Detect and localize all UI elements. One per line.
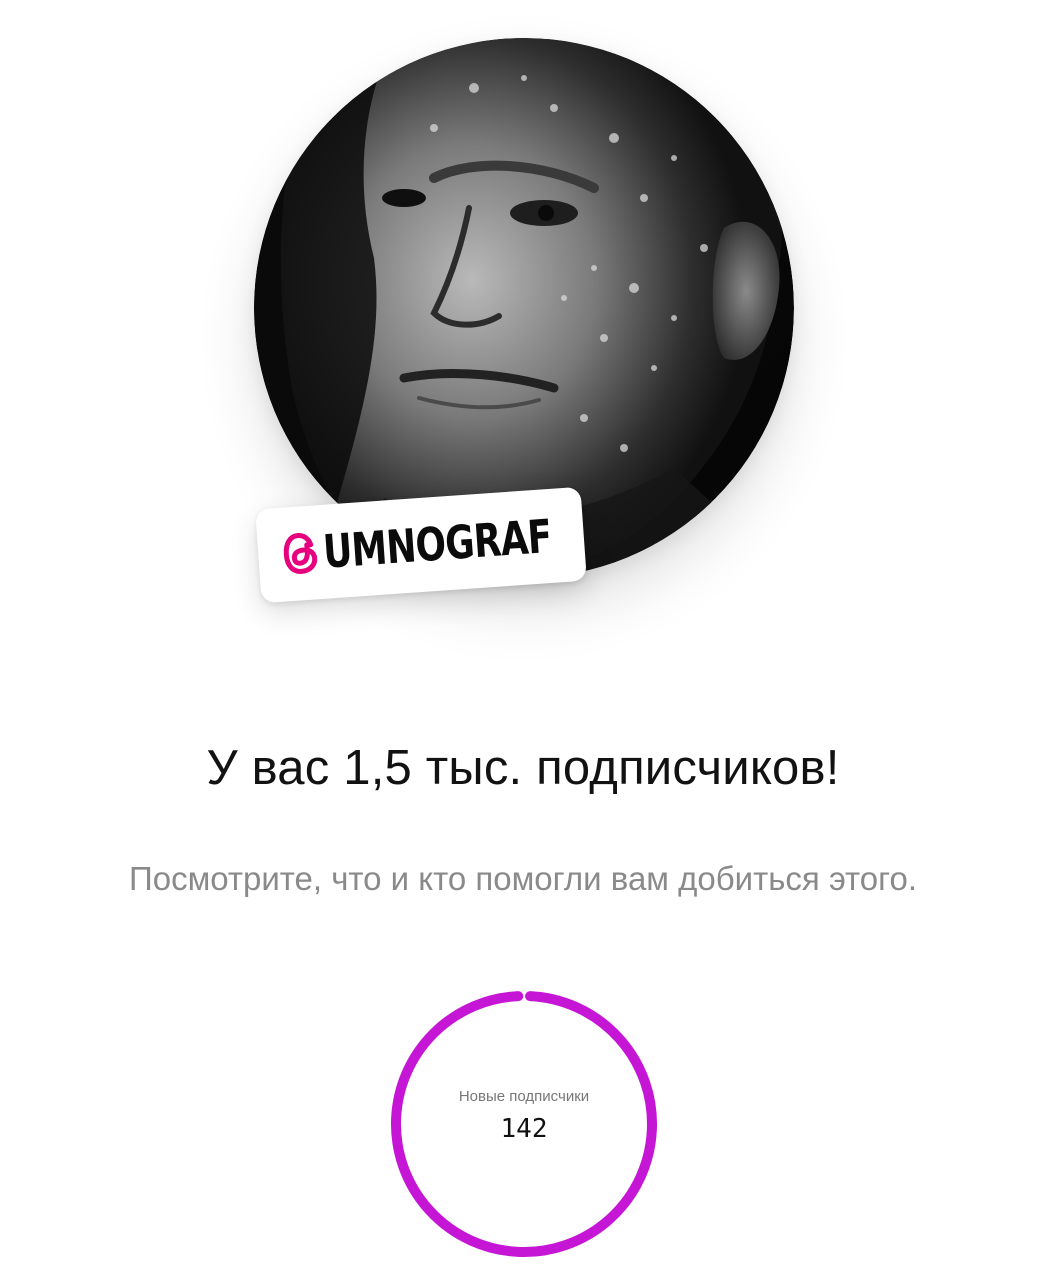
- handle-badge[interactable]: UMNOGRAF: [255, 486, 587, 604]
- page-subtitle: Посмотрите, что и кто помогли вам добить…: [129, 860, 917, 897]
- page-title: У вас 1,5 тыс. подписчиков!: [206, 741, 840, 795]
- new-followers-stat[interactable]: Новые подписчики 142: [388, 988, 660, 1260]
- stat-value: 142: [500, 1114, 548, 1144]
- stat-label: Новые подписчики: [458, 1088, 590, 1105]
- handle-text: UMNOGRAF: [321, 508, 554, 579]
- threads-icon: [283, 533, 318, 574]
